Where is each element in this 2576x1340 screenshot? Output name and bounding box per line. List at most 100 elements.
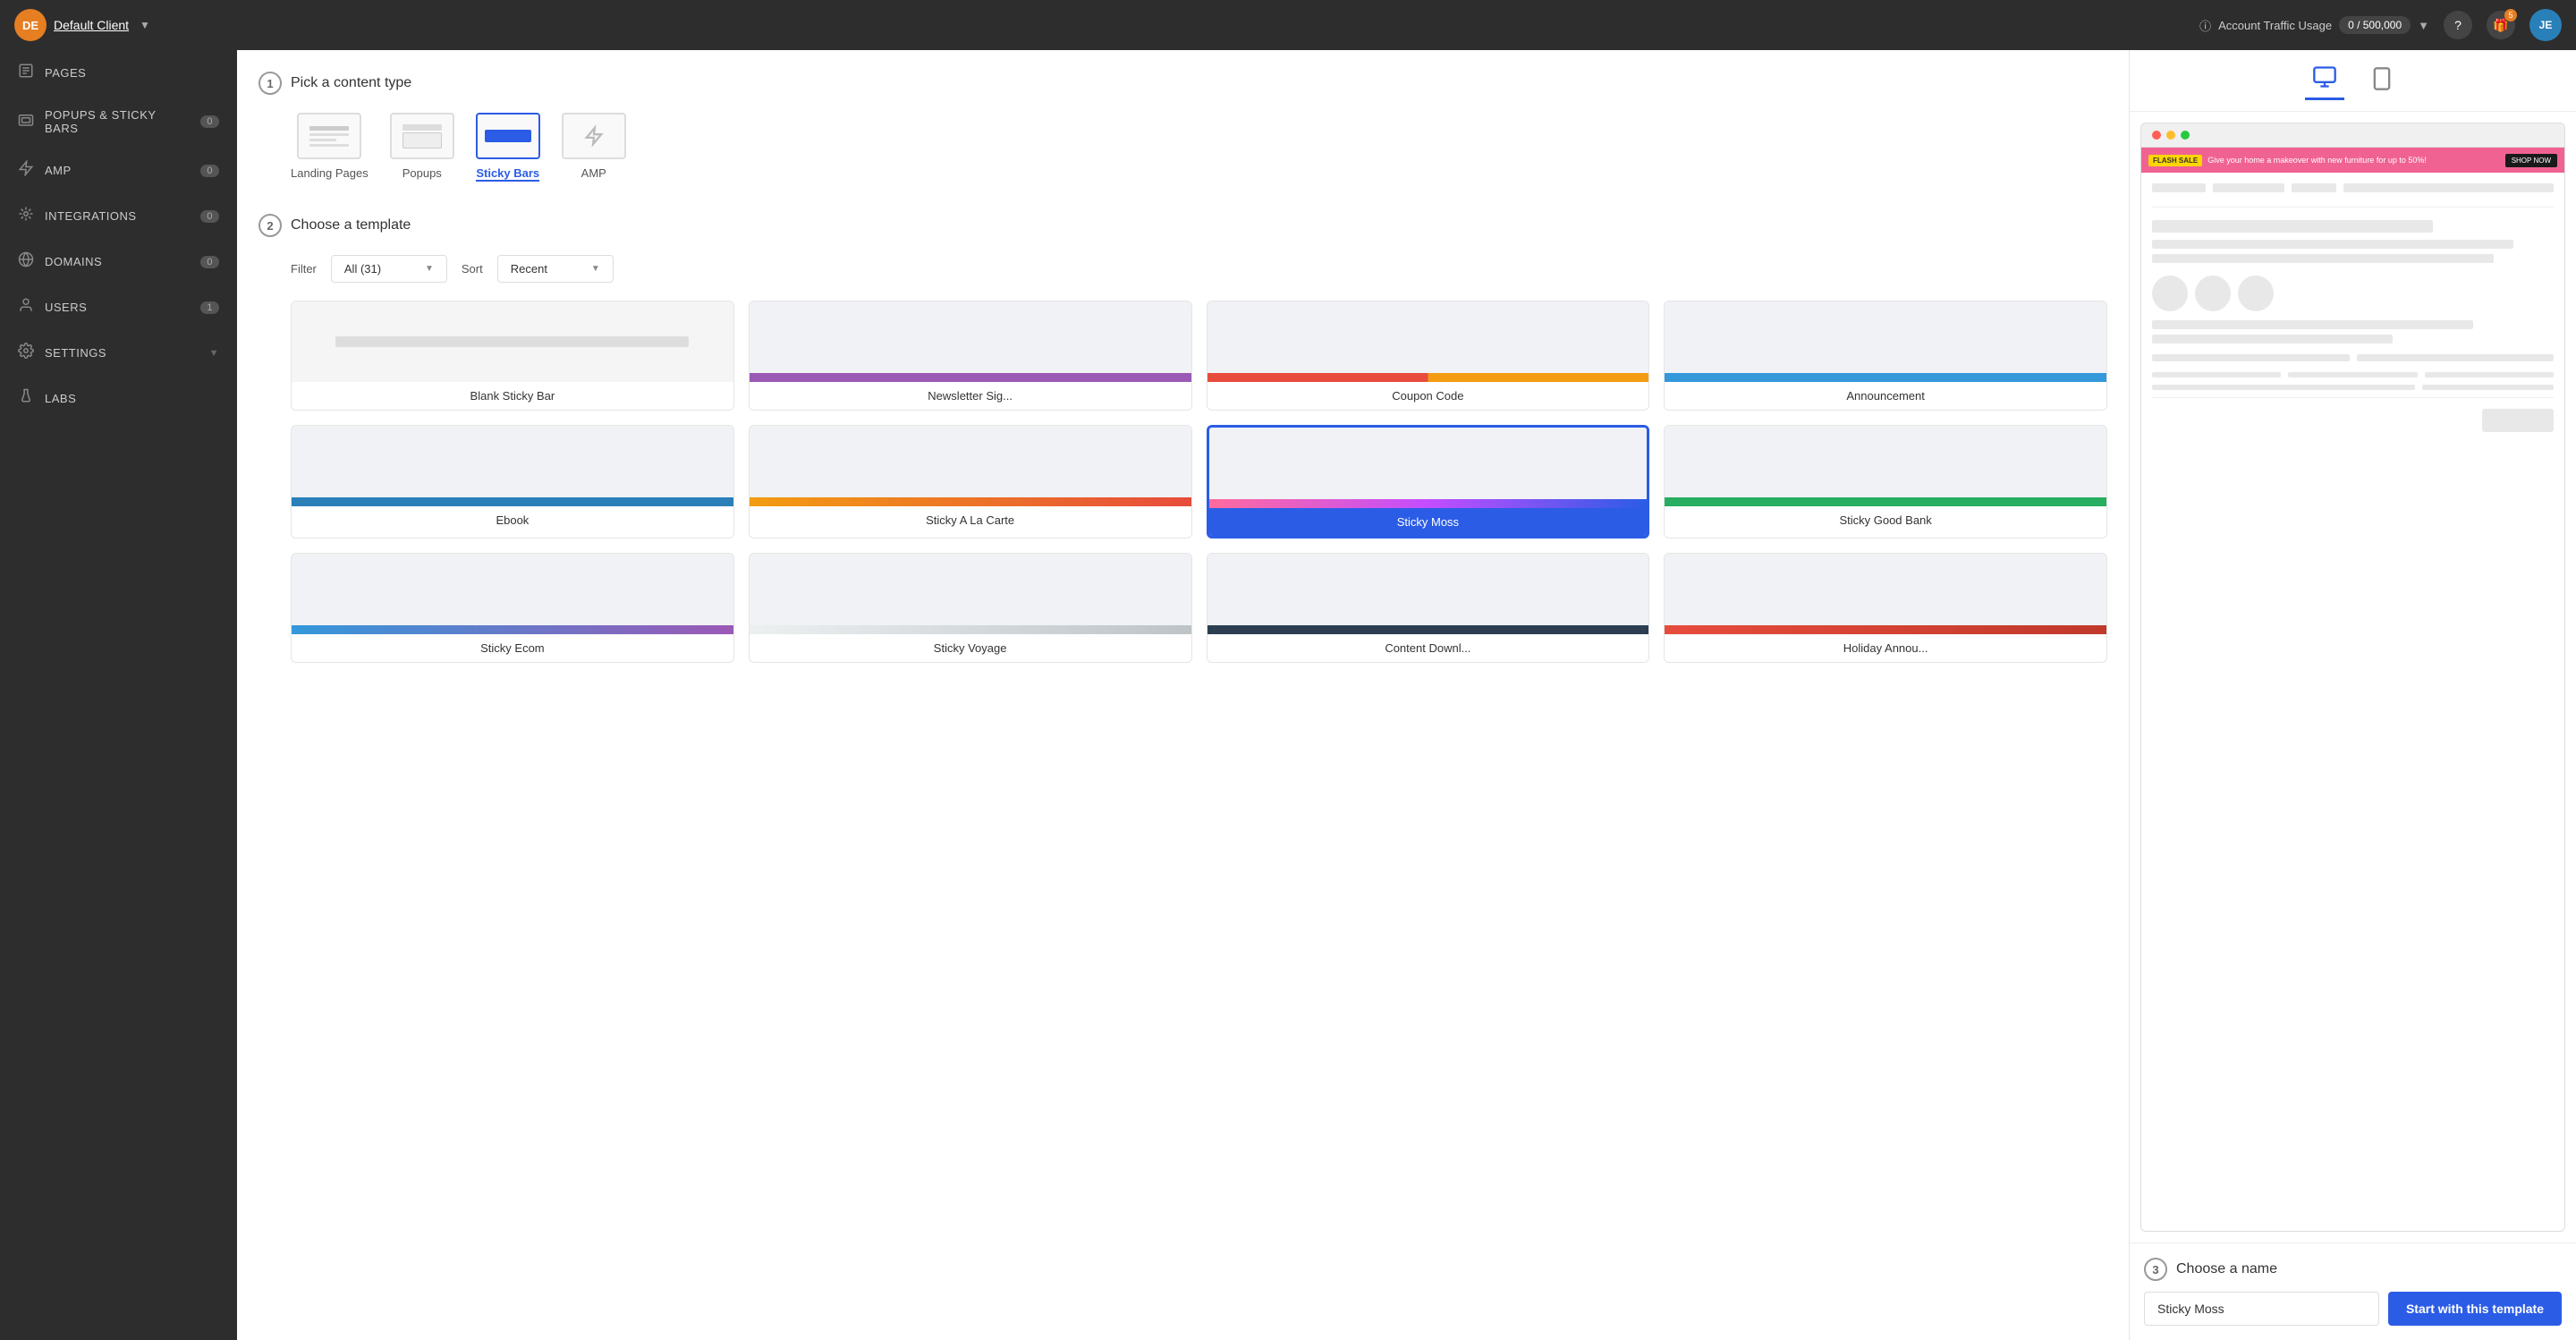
sidebar-item-popups[interactable]: Popups & Sticky Bars 0 — [0, 96, 237, 148]
template-card-announcement[interactable]: Announcement — [1664, 301, 2107, 411]
template-name-input[interactable] — [2144, 1292, 2379, 1326]
filter-sort-row: Filter All (31) ▼ Sort Recent ▼ — [258, 255, 2107, 283]
filter-arrow-icon: ▼ — [425, 264, 434, 274]
tab-sticky-bars[interactable]: Sticky Bars — [476, 113, 540, 189]
browser-dot-yellow — [2166, 131, 2175, 140]
step1-circle: 1 — [258, 72, 282, 95]
page-skeleton — [2141, 173, 2564, 443]
step3-circle: 3 — [2144, 1258, 2167, 1281]
step2-title: Choose a template — [291, 217, 411, 233]
client-dropdown-icon[interactable]: ▼ — [140, 19, 150, 31]
template-preview-holiday — [1665, 554, 2106, 634]
amp-icon — [18, 160, 34, 181]
browser-mockup: FLASH SALE Give your home a makeover wit… — [2140, 123, 2565, 1232]
template-preview-coupon — [1208, 301, 1649, 382]
tab-desktop[interactable] — [2305, 61, 2344, 100]
browser-dot-red — [2152, 131, 2161, 140]
template-name-moss: Sticky Moss — [1209, 508, 1648, 536]
template-name-holiday: Holiday Annou... — [1665, 634, 2106, 662]
users-icon — [18, 297, 34, 318]
template-card-blank[interactable]: Blank Sticky Bar — [291, 301, 734, 411]
template-name-coupon: Coupon Code — [1208, 382, 1649, 410]
tab-popups[interactable]: Popups — [390, 113, 454, 189]
sidebar-item-label-domains: Domains — [45, 255, 102, 268]
traffic-dropdown-icon[interactable]: ▼ — [2418, 19, 2429, 32]
gift-button[interactable]: 🎁 5 — [2487, 11, 2515, 39]
popups-icon-box — [390, 113, 454, 159]
template-name-alacarte: Sticky A La Carte — [750, 506, 1191, 534]
sort-select[interactable]: Recent ▼ — [497, 255, 614, 283]
template-preview-alacarte — [750, 426, 1191, 506]
step1-header: 1 Pick a content type — [258, 72, 2107, 95]
users-count: 1 — [200, 301, 219, 314]
shop-now-button[interactable]: SHOP NOW — [2505, 154, 2557, 167]
step1-title: Pick a content type — [291, 75, 411, 91]
client-name[interactable]: Default Client — [54, 18, 129, 32]
tab-landing-pages[interactable]: Landing Pages — [291, 113, 369, 189]
question-icon: ? — [2454, 18, 2462, 32]
sidebar-item-label-settings: Settings — [45, 346, 106, 360]
tab-mobile[interactable] — [2362, 63, 2402, 99]
template-card-voyage[interactable]: Sticky Voyage — [749, 553, 1192, 663]
bottom-section: 3 Choose a name Start with this template — [2130, 1242, 2576, 1340]
sidebar-item-label-amp: AMP — [45, 164, 72, 177]
header-left: DE Default Client ▼ — [14, 9, 150, 41]
template-card-goodbank[interactable]: Sticky Good Bank — [1664, 425, 2107, 539]
template-card-holiday[interactable]: Holiday Annou... — [1664, 553, 2107, 663]
sidebar: Pages Popups & Sticky Bars 0 AMP 0 Integ… — [0, 50, 237, 1340]
help-button[interactable]: ? — [2444, 11, 2472, 39]
content-type-tabs: Landing Pages Popups — [258, 113, 2107, 189]
sidebar-item-label-users: Users — [45, 301, 87, 314]
device-tabs — [2130, 50, 2576, 112]
sidebar-item-settings[interactable]: Settings ▼ — [0, 330, 237, 376]
traffic-usage: ⓘ Account Traffic Usage 0 / 500,000 ▼ — [2199, 16, 2429, 34]
integrations-count: 0 — [200, 210, 219, 223]
sticky-bars-icon-box — [476, 113, 540, 159]
skel-card-row — [2152, 276, 2554, 311]
sidebar-item-integrations[interactable]: Integrations 0 — [0, 193, 237, 239]
sidebar-item-domains[interactable]: Domains 0 — [0, 239, 237, 284]
template-grid: Blank Sticky Bar Newsletter Sig... — [258, 301, 2107, 663]
step3-header: 3 Choose a name — [2144, 1258, 2562, 1281]
template-preview-voyage — [750, 554, 1191, 634]
template-card-ecom[interactable]: Sticky Ecom — [291, 553, 734, 663]
sidebar-item-users[interactable]: Users 1 — [0, 284, 237, 330]
template-card-contentdl[interactable]: Content Downl... — [1207, 553, 1650, 663]
template-card-ebook[interactable]: Ebook — [291, 425, 734, 539]
skel-circle-1 — [2152, 276, 2188, 311]
sidebar-item-amp[interactable]: AMP 0 — [0, 148, 237, 193]
start-with-template-button[interactable]: Start with this template — [2388, 1292, 2562, 1326]
template-card-moss[interactable]: Sticky Moss — [1207, 425, 1650, 539]
sidebar-item-label-labs: Labs — [45, 392, 76, 405]
template-preview-moss — [1209, 428, 1648, 508]
info-icon: ⓘ — [2199, 17, 2211, 34]
template-name-announcement: Announcement — [1665, 382, 2106, 410]
sort-arrow-icon: ▼ — [591, 264, 600, 274]
template-card-coupon[interactable]: Coupon Code — [1207, 301, 1650, 411]
tab-sticky-label: Sticky Bars — [476, 166, 539, 182]
template-preview-goodbank — [1665, 426, 2106, 506]
filter-value: All (31) — [344, 262, 381, 276]
integrations-icon — [18, 206, 34, 226]
browser-content: FLASH SALE Give your home a makeover wit… — [2141, 148, 2564, 443]
user-avatar[interactable]: JE — [2529, 9, 2562, 41]
tab-amp[interactable]: AMP — [562, 113, 626, 189]
template-card-alacarte[interactable]: Sticky A La Carte — [749, 425, 1192, 539]
sidebar-item-label-pages: Pages — [45, 66, 86, 80]
sidebar-item-labs[interactable]: Labs — [0, 376, 237, 421]
template-name-voyage: Sticky Voyage — [750, 634, 1191, 662]
filter-select[interactable]: All (31) ▼ — [331, 255, 447, 283]
template-name-goodbank: Sticky Good Bank — [1665, 506, 2106, 534]
main-panel: 1 Pick a content type Landing Pages — [237, 50, 2129, 1340]
sidebar-item-pages[interactable]: Pages — [0, 50, 237, 96]
tab-popups-label: Popups — [402, 166, 442, 180]
template-card-newsletter[interactable]: Newsletter Sig... — [749, 301, 1192, 411]
domains-icon — [18, 251, 34, 272]
template-name-contentdl: Content Downl... — [1208, 634, 1649, 662]
traffic-label: Account Traffic Usage — [2218, 19, 2332, 32]
template-preview-newsletter — [750, 301, 1191, 382]
traffic-value: 0 / 500,000 — [2339, 16, 2411, 34]
template-name-newsletter: Newsletter Sig... — [750, 382, 1191, 410]
top-header: DE Default Client ▼ ⓘ Account Traffic Us… — [0, 0, 2576, 50]
content-area: 1 Pick a content type Landing Pages — [237, 50, 2576, 1340]
